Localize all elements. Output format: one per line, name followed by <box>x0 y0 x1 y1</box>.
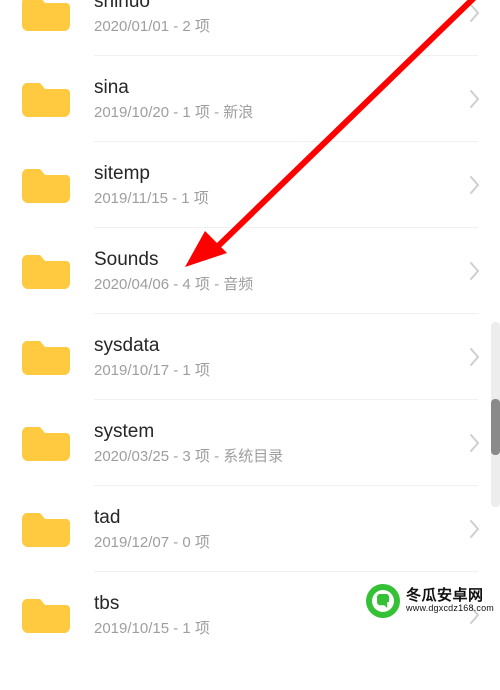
chevron-right-icon <box>466 176 484 194</box>
folder-list: 2019/11/15 - 1 项 shihuo 2020/01/01 - 2 项… <box>0 0 500 658</box>
chevron-right-icon <box>466 520 484 538</box>
chevron-right-icon <box>466 262 484 280</box>
folder-meta: 2019/10/20 - 1 项 - 新浪 <box>94 104 466 122</box>
folder-icon <box>22 595 70 635</box>
folder-name: sina <box>94 76 466 100</box>
folder-icon <box>22 251 70 291</box>
chevron-right-icon <box>466 4 484 22</box>
list-item-sounds[interactable]: Sounds 2020/04/06 - 4 项 - 音频 <box>0 228 500 314</box>
watermark-url: www.dgxcdz168.com <box>406 604 494 613</box>
folder-name: Sounds <box>94 248 466 272</box>
folder-icon <box>22 165 70 205</box>
folder-icon <box>22 509 70 549</box>
folder-icon <box>22 79 70 119</box>
folder-meta: 2020/04/06 - 4 项 - 音频 <box>94 276 466 294</box>
list-item[interactable]: sitemp 2019/11/15 - 1 项 <box>0 142 500 228</box>
folder-meta: 2019/12/07 - 0 项 <box>94 534 466 552</box>
chevron-right-icon <box>466 90 484 108</box>
folder-meta: 2020/01/01 - 2 项 <box>94 18 466 36</box>
list-item[interactable]: tad 2019/12/07 - 0 项 <box>0 486 500 572</box>
scrollbar-thumb[interactable] <box>491 399 500 455</box>
watermark-title: 冬瓜安卓网 <box>406 588 494 604</box>
folder-meta: 2019/11/15 - 1 项 <box>94 190 466 208</box>
folder-icon <box>22 337 70 377</box>
folder-icon <box>22 0 70 33</box>
folder-name: tad <box>94 506 466 530</box>
list-item[interactable]: sina 2019/10/20 - 1 项 - 新浪 <box>0 56 500 142</box>
folder-name: system <box>94 420 466 444</box>
list-item[interactable]: sysdata 2019/10/17 - 1 项 <box>0 314 500 400</box>
watermark-icon <box>366 584 400 618</box>
folder-meta: 2019/10/17 - 1 项 <box>94 362 466 380</box>
folder-icon <box>22 423 70 463</box>
chevron-right-icon <box>466 348 484 366</box>
folder-meta: 2019/10/15 - 1 项 <box>94 620 466 638</box>
folder-name: shihuo <box>94 0 466 14</box>
folder-name: sysdata <box>94 334 466 358</box>
chevron-right-icon <box>466 434 484 452</box>
list-item[interactable]: shihuo 2020/01/01 - 2 项 <box>0 0 500 56</box>
folder-name: sitemp <box>94 162 466 186</box>
list-item[interactable]: system 2020/03/25 - 3 项 - 系统目录 <box>0 400 500 486</box>
watermark: 冬瓜安卓网 www.dgxcdz168.com <box>366 584 494 618</box>
folder-meta: 2020/03/25 - 3 项 - 系统目录 <box>94 448 466 466</box>
